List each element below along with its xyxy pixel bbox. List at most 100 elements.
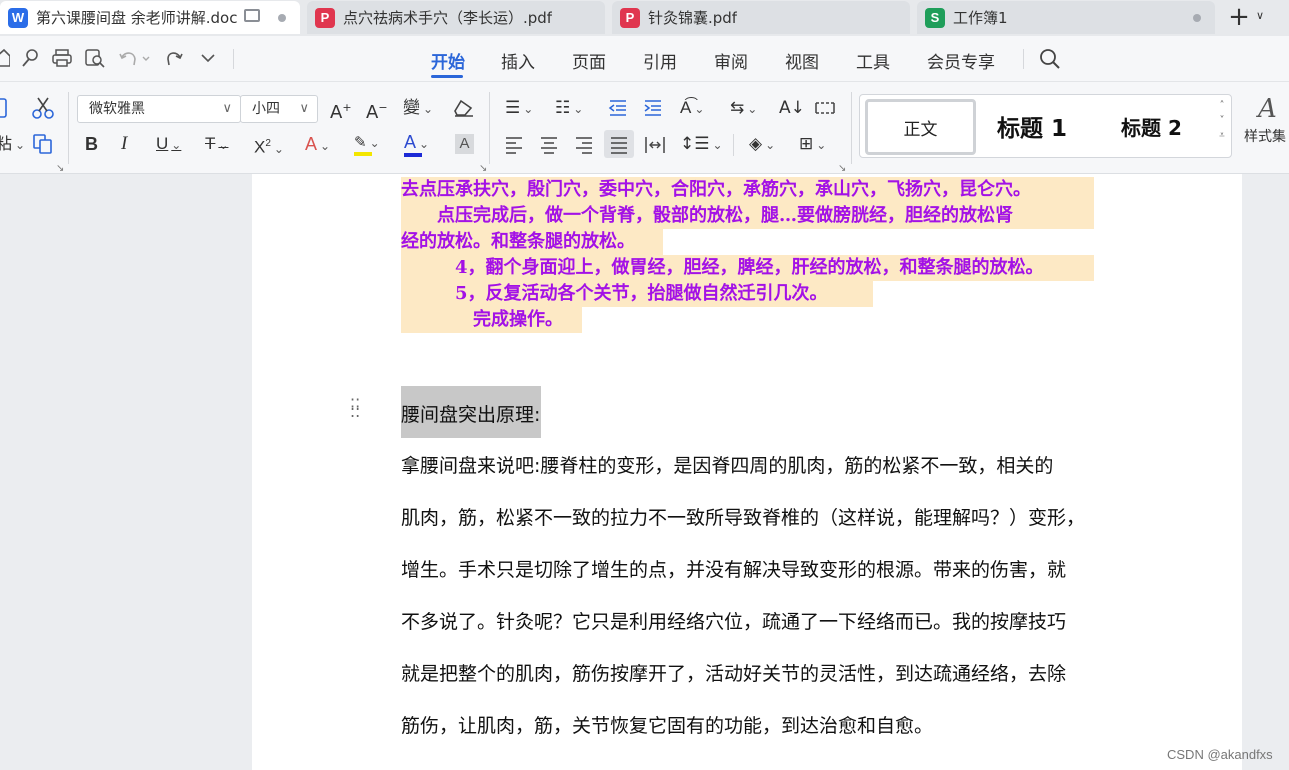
- shrink-font-icon[interactable]: A−: [366, 98, 388, 123]
- tab-pdf-acupoint[interactable]: P 点穴祛病术手穴（李长运）.pdf: [307, 1, 605, 34]
- sheet-app-icon: S: [925, 7, 945, 28]
- undo-icon[interactable]: [118, 49, 152, 67]
- justify-button[interactable]: [604, 130, 634, 158]
- align-right-icon[interactable]: [574, 136, 594, 154]
- numbered-list-icon[interactable]: ☷: [555, 98, 583, 119]
- superscript-icon[interactable]: X2: [254, 134, 284, 159]
- cut-icon[interactable]: [32, 96, 54, 120]
- menu-references[interactable]: 引用: [643, 48, 677, 73]
- paragraph-line: 筋伤，让肌肉，筋，关节恢复它固有的功能，到达治愈和自愈。: [401, 715, 934, 737]
- menu-view[interactable]: 视图: [785, 48, 819, 73]
- scroll-down-icon[interactable]: ˅: [1216, 113, 1228, 128]
- sort-icon[interactable]: A↓: [779, 98, 805, 118]
- monitor-icon[interactable]: [244, 9, 260, 22]
- highlighted-line: 去点压承扶穴，殷门穴，委中穴，合阳穴，承筋穴，承山穴，飞扬穴，昆仑穴。: [401, 177, 1094, 203]
- style-set-button[interactable]: A 样式集: [1244, 94, 1289, 146]
- paragraph-line: 增生。手术只是切除了增生的点，并没有解决导致变形的根源。带来的伤害，就: [401, 559, 1067, 581]
- heading-selection: 腰间盘突出原理:: [401, 386, 541, 438]
- chevron-down-icon: ∨: [222, 101, 232, 116]
- distributed-align-icon[interactable]: [644, 135, 666, 155]
- tab-workbook[interactable]: S 工作簿1: [917, 1, 1215, 34]
- active-menu-indicator: [431, 75, 463, 78]
- gallery-scroll[interactable]: ˄ ˅ ⩡: [1216, 98, 1228, 143]
- copy-icon[interactable]: [32, 133, 54, 155]
- ribbon-toolbar: 粘 ↘ 微软雅黑 ∨ 小四 ∨ A+ A− 變 B I U T X2 A ✎ A…: [0, 82, 1289, 174]
- font-color-icon[interactable]: A: [404, 132, 429, 157]
- style-set-icon: A: [1258, 94, 1277, 124]
- strikethrough-icon[interactable]: T: [205, 134, 228, 155]
- highlighted-line: 5，反复活动各个关节，抬腿做自然迁引几次。: [401, 281, 873, 307]
- menu-home[interactable]: 开始: [431, 48, 465, 73]
- text-direction-icon[interactable]: A͡: [680, 98, 704, 119]
- text-effect-icon[interactable]: A: [305, 134, 330, 156]
- char-shading-icon[interactable]: A: [455, 134, 474, 154]
- phonetic-guide-icon[interactable]: 變: [403, 98, 433, 119]
- underline-icon[interactable]: U: [156, 134, 181, 155]
- align-left-icon[interactable]: [504, 136, 524, 154]
- section-heading: 腰间盘突出原理:: [401, 404, 541, 426]
- unsaved-dot-icon[interactable]: [1193, 14, 1201, 22]
- style-normal[interactable]: 正文: [865, 99, 976, 155]
- style-heading-1[interactable]: 标题 1: [997, 109, 1067, 143]
- new-tab-button[interactable]: +: [1226, 4, 1252, 31]
- pdf-app-icon: P: [620, 7, 640, 28]
- convert-icon[interactable]: ⇆: [730, 98, 757, 119]
- align-justify-icon: [611, 137, 627, 154]
- menu-review[interactable]: 审阅: [714, 48, 748, 73]
- highlight-color-icon[interactable]: ✎: [354, 132, 380, 156]
- font-size-value: 小四: [252, 101, 280, 117]
- paragraph-line: 拿腰间盘来说吧:腰脊柱的变形，是因脊四周的肌肉，筋的松紧不一致，相关的: [401, 455, 1054, 477]
- menu-tools[interactable]: 工具: [856, 48, 890, 73]
- align-center-icon[interactable]: [539, 136, 559, 154]
- style-gallery: 正文 标题 1 标题 2: [859, 94, 1232, 158]
- tab-pdf-acupuncture[interactable]: P 针灸锦囊.pdf: [612, 1, 910, 34]
- expand-gallery-icon[interactable]: ⩡: [1216, 128, 1228, 143]
- scroll-up-icon[interactable]: ˄: [1216, 98, 1228, 113]
- decrease-indent-icon[interactable]: [608, 99, 628, 117]
- tab-list-chevron-icon[interactable]: ∨: [1256, 9, 1264, 22]
- chevron-down-icon: ∨: [299, 101, 309, 116]
- style-heading-2[interactable]: 标题 2: [1121, 112, 1182, 141]
- menu-bar: 开始 插入 页面 引用 审阅 视图 工具 会员专享: [0, 36, 1289, 82]
- paragraph-line: 就是把整个的肌肉，筋伤按摩开了，活动好关节的灵活性，到达疏通经络，去除: [401, 663, 1067, 685]
- font-size-select[interactable]: 小四 ∨: [240, 95, 318, 123]
- format-painter-icon[interactable]: [20, 48, 40, 68]
- document-page[interactable]: 去点压承扶穴，殷门穴，委中穴，合阳穴，承筋穴，承山穴，飞扬穴，昆仑穴。 点压完成…: [252, 174, 1242, 770]
- increase-indent-icon[interactable]: [643, 99, 663, 117]
- style-normal-label: 正文: [903, 119, 938, 140]
- bold-icon[interactable]: B: [85, 134, 98, 154]
- paste-icon[interactable]: [0, 96, 10, 120]
- menu-member[interactable]: 会员专享: [927, 48, 995, 73]
- separator: [68, 92, 69, 164]
- style-set-label: 样式集: [1244, 129, 1286, 145]
- search-icon[interactable]: [1039, 48, 1061, 70]
- grow-font-icon[interactable]: A+: [330, 98, 352, 123]
- paste-button[interactable]: 粘: [0, 134, 25, 155]
- line-spacing-icon[interactable]: ↕☰: [680, 134, 723, 155]
- clear-format-icon[interactable]: [453, 98, 475, 118]
- tab-title: 针灸锦囊.pdf: [648, 9, 738, 27]
- clipboard-dialog-icon[interactable]: ↘: [56, 159, 64, 179]
- print-preview-icon[interactable]: [84, 48, 106, 68]
- menu-page[interactable]: 页面: [572, 48, 606, 73]
- print-icon[interactable]: [51, 48, 73, 68]
- tab-title: 第六课腰间盘 余老师讲解.doc: [36, 9, 238, 27]
- unsaved-dot-icon[interactable]: [278, 14, 286, 22]
- paragraph-line: 肌肉，筋，松紧不一致的拉力不一致所导致脊椎的（这样说，能理解吗？）变形，: [401, 507, 1086, 529]
- bullet-list-icon[interactable]: ☰: [505, 98, 533, 119]
- redo-icon[interactable]: [166, 49, 186, 67]
- drag-handle-icon[interactable]: ⁚⁚ ⁚⁚: [350, 397, 360, 420]
- more-chevron-icon[interactable]: [200, 53, 216, 63]
- tab-title: 点穴祛病术手穴（李长运）.pdf: [343, 9, 553, 27]
- home-icon[interactable]: [0, 47, 10, 69]
- watermark: CSDN @akandfxs: [1167, 747, 1273, 762]
- paragraph-shading-icon[interactable]: ◈: [749, 134, 775, 155]
- font-name-select[interactable]: 微软雅黑 ∨: [77, 95, 241, 123]
- tab-document-doc[interactable]: W 第六课腰间盘 余老师讲解.doc: [0, 1, 300, 34]
- italic-icon[interactable]: I: [121, 134, 127, 154]
- menu-insert[interactable]: 插入: [501, 48, 535, 73]
- show-marks-icon[interactable]: [814, 99, 836, 117]
- separator: [233, 49, 234, 69]
- borders-icon[interactable]: ⊞: [799, 134, 826, 155]
- separator: [851, 92, 852, 164]
